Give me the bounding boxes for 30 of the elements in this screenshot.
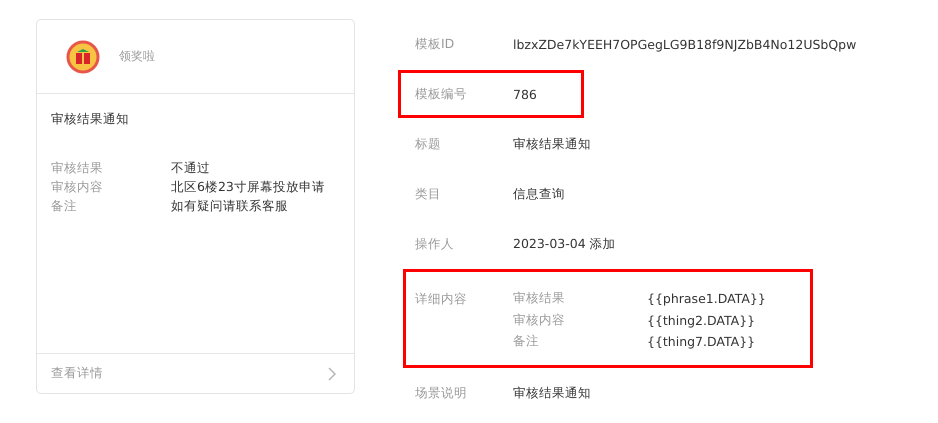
field-label: 标题 xyxy=(415,136,442,152)
field-value: 2023-03-04 添加 xyxy=(513,236,616,252)
account-name: 领奖啦 xyxy=(119,48,155,65)
item-label: 审核内容 xyxy=(51,179,104,196)
detail-key: 审核内容 xyxy=(513,312,647,329)
item-label: 备注 xyxy=(51,198,78,215)
gift-icon xyxy=(66,40,100,74)
detail-key: 审核结果 xyxy=(513,290,647,308)
variable-value: {{thing7.DATA}} xyxy=(647,334,756,350)
field-label: 类目 xyxy=(415,186,442,202)
field-label: 场景说明 xyxy=(415,384,468,402)
field-value: 审核结果通知 xyxy=(513,136,591,152)
field-label: 详细内容 xyxy=(415,290,468,308)
item-label: 审核结果 xyxy=(51,160,104,177)
message-title: 审核结果通知 xyxy=(51,111,130,128)
field-label: 操作人 xyxy=(415,236,455,252)
item-value: 不通过 xyxy=(171,160,210,177)
variable-value: {{phrase1.DATA}} xyxy=(647,291,766,306)
item-value: 北区6楼23寸屏幕投放申请 xyxy=(171,179,325,196)
field-value: 信息查询 xyxy=(513,186,565,202)
field-value: lbzxZDe7kYEEH7OPGegLG9B18f9NJZbB4No12USbQpw xyxy=(513,36,856,52)
field-label: 模板编号 xyxy=(415,86,468,102)
field-value: 786 xyxy=(513,86,537,102)
chevron-right-icon xyxy=(328,366,336,380)
variable-value: {{thing2.DATA}} xyxy=(647,312,756,328)
field-value: 审核结果通知 xyxy=(513,384,591,402)
detail-key: 备注 xyxy=(513,333,647,350)
field-label: 模板ID xyxy=(415,36,456,52)
item-value: 如有疑问请联系客服 xyxy=(171,198,288,215)
view-details-link[interactable]: 查看详情 xyxy=(51,365,103,382)
